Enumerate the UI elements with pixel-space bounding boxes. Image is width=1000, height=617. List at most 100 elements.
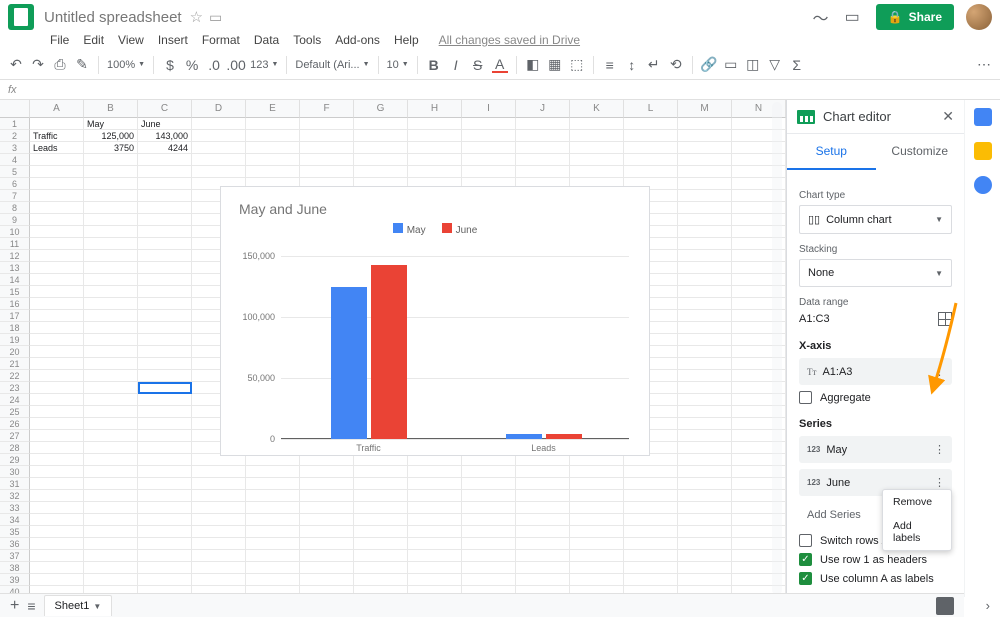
strikethrough-icon[interactable]: S: [470, 57, 486, 73]
cell[interactable]: [570, 478, 624, 490]
cell[interactable]: [354, 154, 408, 166]
cell[interactable]: [84, 154, 138, 166]
cell[interactable]: [678, 442, 732, 454]
cell[interactable]: [138, 418, 192, 430]
decrease-decimal-icon[interactable]: .0: [206, 57, 222, 73]
vertical-scrollbar[interactable]: [772, 102, 782, 595]
cell[interactable]: [246, 550, 300, 562]
cell[interactable]: [678, 370, 732, 382]
col-header[interactable]: D: [192, 100, 246, 118]
cell[interactable]: [30, 466, 84, 478]
more-icon[interactable]: ⋮: [934, 365, 944, 378]
cell[interactable]: [30, 154, 84, 166]
cell[interactable]: [624, 166, 678, 178]
row-header[interactable]: 3: [0, 142, 30, 154]
cell[interactable]: [678, 550, 732, 562]
insert-chart-icon[interactable]: ◫: [745, 57, 761, 73]
activity-trend-icon[interactable]: 〜: [813, 5, 829, 29]
star-icon[interactable]: ☆: [190, 8, 203, 26]
cell[interactable]: [84, 514, 138, 526]
cell[interactable]: [570, 490, 624, 502]
row-header[interactable]: 23: [0, 382, 30, 394]
cell[interactable]: [30, 310, 84, 322]
text-color-icon[interactable]: A: [492, 57, 508, 73]
number-format-dropdown[interactable]: 123▼: [250, 59, 278, 71]
cell[interactable]: [246, 574, 300, 586]
cell[interactable]: [300, 130, 354, 142]
cell[interactable]: [30, 214, 84, 226]
cell[interactable]: [246, 166, 300, 178]
cell[interactable]: [516, 478, 570, 490]
insert-link-icon[interactable]: 🔗: [701, 57, 717, 73]
cell[interactable]: [678, 202, 732, 214]
cell[interactable]: [138, 454, 192, 466]
cell[interactable]: [138, 490, 192, 502]
row-header[interactable]: 29: [0, 454, 30, 466]
cell[interactable]: [30, 262, 84, 274]
row-header[interactable]: 1: [0, 118, 30, 130]
cell[interactable]: [138, 394, 192, 406]
cell[interactable]: [300, 490, 354, 502]
row-header[interactable]: 5: [0, 166, 30, 178]
tab-customize[interactable]: Customize: [876, 134, 965, 170]
cell[interactable]: [408, 166, 462, 178]
row-header[interactable]: 17: [0, 310, 30, 322]
cell[interactable]: [138, 502, 192, 514]
cell[interactable]: [138, 286, 192, 298]
cell[interactable]: [138, 562, 192, 574]
cell[interactable]: [516, 154, 570, 166]
cell[interactable]: [678, 346, 732, 358]
cell[interactable]: [30, 538, 84, 550]
row1-headers-checkbox[interactable]: ✓: [799, 553, 812, 566]
cell[interactable]: [84, 190, 138, 202]
cell[interactable]: [354, 562, 408, 574]
keep-icon[interactable]: [974, 142, 992, 160]
cell[interactable]: [138, 250, 192, 262]
col-header[interactable]: F: [300, 100, 354, 118]
cell[interactable]: [138, 190, 192, 202]
cell[interactable]: [354, 550, 408, 562]
cell[interactable]: [30, 418, 84, 430]
cell[interactable]: [192, 502, 246, 514]
cell[interactable]: [84, 382, 138, 394]
cell[interactable]: Traffic: [30, 130, 84, 142]
spreadsheet-grid[interactable]: A B C D E F G H I J K L M N 1MayJune2Tra…: [0, 100, 786, 597]
ctx-remove[interactable]: Remove: [883, 490, 951, 514]
font-size-dropdown[interactable]: 10▼: [387, 59, 409, 71]
cell[interactable]: [678, 238, 732, 250]
menu-format[interactable]: Format: [196, 31, 246, 49]
cell[interactable]: [354, 130, 408, 142]
cell[interactable]: [138, 370, 192, 382]
cell[interactable]: [570, 538, 624, 550]
cell[interactable]: [300, 526, 354, 538]
row-header[interactable]: 11: [0, 238, 30, 250]
cell[interactable]: [678, 478, 732, 490]
col-header[interactable]: G: [354, 100, 408, 118]
cell[interactable]: [84, 166, 138, 178]
cell[interactable]: [408, 490, 462, 502]
cell[interactable]: [408, 550, 462, 562]
cell[interactable]: [84, 262, 138, 274]
cell[interactable]: [138, 538, 192, 550]
cell[interactable]: [624, 154, 678, 166]
row-header[interactable]: 24: [0, 394, 30, 406]
cell[interactable]: [516, 550, 570, 562]
row-header[interactable]: 30: [0, 466, 30, 478]
cell[interactable]: [678, 454, 732, 466]
cell[interactable]: [300, 574, 354, 586]
cell[interactable]: 125,000: [84, 130, 138, 142]
cell[interactable]: [246, 538, 300, 550]
cell[interactable]: [354, 490, 408, 502]
cell[interactable]: [624, 550, 678, 562]
cell[interactable]: [84, 214, 138, 226]
cell[interactable]: [138, 466, 192, 478]
cell[interactable]: [138, 358, 192, 370]
cell[interactable]: [84, 574, 138, 586]
cell[interactable]: [84, 478, 138, 490]
cell[interactable]: [408, 478, 462, 490]
cell[interactable]: [516, 562, 570, 574]
row-header[interactable]: 13: [0, 262, 30, 274]
cell[interactable]: [84, 418, 138, 430]
cell[interactable]: [570, 550, 624, 562]
cell[interactable]: [84, 502, 138, 514]
